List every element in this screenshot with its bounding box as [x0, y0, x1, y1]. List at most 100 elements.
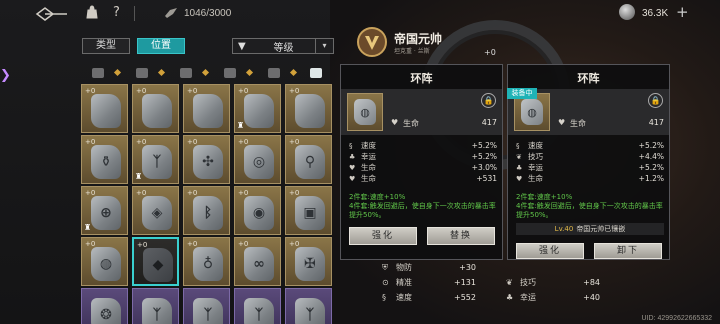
sub-attribute-row: ❦ 技巧 +4.4% — [516, 151, 664, 162]
rune-stone-icon — [244, 94, 274, 128]
rune-grid: +0 +0 +0 +0 ♜ +0 +0 ⚱ +0 ᛉ ♜ +0 ✣ +0 ◎ +0 ⚲ +0 ⊕ ♜ +0 ◈ +0 ᛒ +0 ◉… — [78, 84, 340, 324]
unequip-button[interactable]: 卸下 — [594, 243, 662, 259]
separator-diamond-icon — [157, 68, 166, 77]
separator-diamond-icon — [113, 68, 122, 77]
rune-cell[interactable]: +0 ♜ — [234, 84, 281, 133]
sub-attribute-row: ♣ 幸运 +5.2% — [349, 151, 497, 162]
sub-attribute-row: ♥ 生命 +3.0% — [349, 162, 497, 173]
rune-cell[interactable]: +0 ∞ — [234, 237, 281, 286]
rune-stone-icon: ⚱ — [91, 145, 121, 179]
sub-attribute-row: ♥ 生命 +1.2% — [516, 173, 664, 184]
attr-name: 生命 — [361, 174, 376, 183]
attr-icon: ♣ — [516, 163, 523, 172]
slot-icon-2[interactable] — [136, 68, 148, 78]
attr-value: +5.2% — [638, 163, 664, 172]
rune-cell[interactable]: +0 ⊕ ♜ — [81, 186, 128, 235]
shield-icon: ⛨ — [382, 262, 388, 272]
tab-position[interactable]: 位置 — [137, 38, 185, 54]
attr-value: +4.4% — [638, 152, 664, 161]
stat-name: 技巧 — [520, 278, 536, 287]
lock-icon: ♜ — [135, 172, 143, 181]
rune-cell[interactable]: +0 ᛒ — [183, 186, 230, 235]
separator-diamond-icon — [245, 68, 254, 77]
rune-cell[interactable]: +0 — [183, 84, 230, 133]
side-expand-arrow-icon[interactable]: ❯ — [0, 68, 12, 86]
slot-icon-6-active[interactable] — [310, 68, 322, 78]
attr-name: 速度 — [361, 141, 376, 150]
stat-summary: ⛨ 物防 +30 ⊙ 精准 +131 § 速度 +552 ❦ 技巧 +84 ♣ … — [382, 262, 622, 308]
replace-button[interactable]: 替换 — [427, 227, 495, 245]
slot-icon-4[interactable] — [224, 68, 236, 78]
rune-cell[interactable]: +0 ⚱ — [81, 135, 128, 184]
attr-value: +5.2% — [471, 141, 497, 150]
panel-header: ◍ 🔒 ♥ 生命 417 — [341, 89, 502, 135]
lock-icon: ♜ — [237, 121, 245, 130]
rune-cell[interactable]: +0 — [81, 84, 128, 133]
funnel-icon: ▼ — [238, 40, 246, 52]
sort-filter[interactable]: ▼ 等级 ▾ — [232, 38, 334, 54]
attr-icon: § — [349, 141, 353, 150]
help-button[interactable]: ? — [113, 5, 120, 20]
currency-value: 36.3K — [642, 8, 669, 19]
enhance-button[interactable]: 强化 — [516, 243, 584, 259]
rune-cell[interactable]: +0 ◈ — [132, 186, 179, 235]
chevron-down-icon[interactable]: ▾ — [315, 39, 333, 53]
rune-cell[interactable]: +0 ▣ — [285, 186, 332, 235]
rune-cell[interactable]: +0 ◍ — [81, 237, 128, 286]
rune-cell[interactable]: ᛉ — [285, 288, 332, 324]
back-arrow-icon[interactable] — [34, 6, 70, 22]
rune-cell[interactable]: +0 — [132, 84, 179, 133]
bag-icon[interactable] — [86, 5, 98, 23]
add-currency-button[interactable]: + — [676, 3, 689, 21]
sub-attributes: § 速度 +5.2% ❦ 技巧 +4.4% ♣ 幸运 +5.2% ♥ 生命 +1.2% — [516, 140, 664, 184]
lock-icon[interactable]: 🔒 — [481, 93, 496, 108]
rune-cell[interactable]: +0 — [285, 84, 332, 133]
rune-stone-icon: ◍ — [354, 99, 376, 125]
attr-name: 生命 — [528, 174, 543, 183]
heart-icon: ♥ — [558, 118, 566, 127]
rune-cell[interactable]: +0 ᛉ ♜ — [132, 135, 179, 184]
rune-cell[interactable]: ❂ — [81, 288, 128, 324]
slot-icon-1[interactable] — [92, 68, 104, 78]
slot-icon-3[interactable] — [180, 68, 192, 78]
stat-name: 物防 — [396, 263, 412, 272]
user-id: UID: 42992622665332 — [641, 315, 712, 322]
attr-value: +5.2% — [471, 152, 497, 161]
rune-cell[interactable]: +0 ♁ — [183, 237, 230, 286]
sub-attributes: § 速度 +5.2% ♣ 幸运 +5.2% ♥ 生命 +3.0% ♥ 生命 +531 — [349, 140, 497, 184]
main-attr-name: 生命 — [403, 119, 419, 128]
rune-cell[interactable]: ᛉ — [183, 288, 230, 324]
equipped-text: 帝国元帅已镶嵌 — [576, 225, 626, 233]
attr-name: 速度 — [528, 141, 543, 150]
rune-stone-icon: ❂ — [91, 298, 121, 324]
rune-cell[interactable]: +0 ✠ — [285, 237, 332, 286]
rune-stone-icon: ᛉ — [295, 298, 325, 324]
rune-cell[interactable]: ᛉ — [132, 288, 179, 324]
rune-stone-icon — [295, 94, 325, 128]
heart-icon: ♥ — [391, 118, 399, 127]
slot-icon-5[interactable] — [268, 68, 280, 78]
rune-cell[interactable]: +0 ◉ — [234, 186, 281, 235]
attr-icon: ♥ — [349, 163, 356, 172]
rune-stone-icon: ✠ — [295, 247, 325, 281]
tab-type[interactable]: 类型 — [82, 38, 130, 54]
equipped-tag: 装备中 — [507, 88, 537, 99]
rune-cell[interactable]: +0 ⚲ — [285, 135, 332, 184]
rune-cell[interactable]: +0 ✣ — [183, 135, 230, 184]
attr-name: 技巧 — [528, 152, 543, 161]
stat-item: § 速度 +552 — [382, 292, 476, 303]
skill-icon: ❦ — [506, 278, 513, 287]
luck-icon: ♣ — [506, 293, 514, 302]
main-attr-value: 417 — [648, 118, 664, 127]
currency-coin-icon — [619, 4, 635, 20]
stat-item: ❦ 技巧 +84 — [506, 277, 600, 288]
enhance-button[interactable]: 强化 — [349, 227, 417, 245]
attr-icon: § — [516, 141, 520, 150]
rune-cell[interactable]: +0 ◎ — [234, 135, 281, 184]
stat-value: +131 — [454, 278, 476, 287]
attr-icon: ♥ — [349, 174, 356, 183]
rune-cell[interactable]: ᛉ — [234, 288, 281, 324]
lock-icon[interactable]: 🔒 — [648, 93, 663, 108]
attr-name: 生命 — [361, 163, 376, 172]
rune-cell-selected[interactable]: +0 ◆ — [132, 237, 179, 286]
